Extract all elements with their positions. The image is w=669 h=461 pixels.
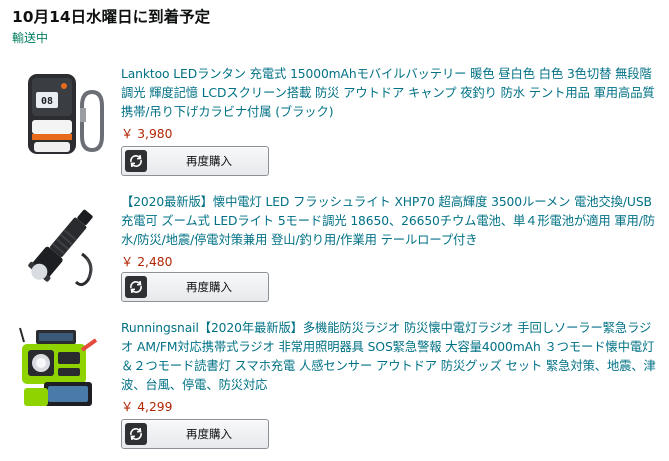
buy-again-label: 再度購入: [186, 280, 232, 294]
buy-again-label: 再度購入: [186, 427, 232, 441]
product-price: ￥ 3,980: [121, 127, 173, 141]
buy-again-icon: [125, 150, 147, 172]
product-title-link[interactable]: 【2020最新版】懐中電灯 LED フラッシュライト XHP70 超高輝度 35…: [121, 193, 657, 250]
product-price: ￥ 2,480: [121, 255, 173, 269]
delivery-date-title: 10月14日水曜日に到着予定: [12, 8, 211, 26]
buy-again-button[interactable]: 再度購入: [121, 419, 269, 449]
shipping-status: 輸送中: [12, 31, 49, 45]
lantern-screen-text: 08: [41, 96, 53, 107]
product-image-radio[interactable]: [14, 320, 112, 420]
product-price: ￥ 4,299: [121, 400, 173, 414]
delivery-header: 10月14日水曜日に到着予定 輸送中: [12, 6, 210, 46]
product-title-link[interactable]: Lanktoo LEDランタン 充電式 15000mAhモバイルバッテリー 暖色…: [121, 65, 657, 122]
buy-again-button[interactable]: 再度購入: [121, 146, 269, 176]
buy-again-icon: [125, 276, 147, 298]
product-title-link[interactable]: Runningsnail【2020年最新版】多機能防災ラジオ 防災懐中電灯ラジオ…: [121, 319, 657, 395]
buy-again-icon: [125, 423, 147, 445]
product-image-flashlight[interactable]: [14, 192, 112, 292]
buy-again-label: 再度購入: [186, 154, 232, 168]
product-image-lantern[interactable]: 08: [14, 66, 112, 166]
buy-again-button[interactable]: 再度購入: [121, 272, 269, 302]
